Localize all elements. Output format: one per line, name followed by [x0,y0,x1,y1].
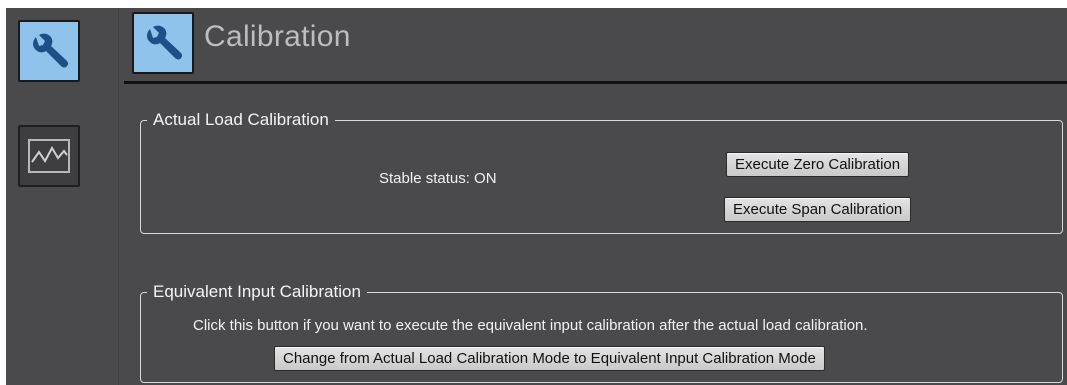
execute-span-calibration-button[interactable]: Execute Span Calibration [724,197,912,222]
calibration-window: Calibration Actual Load Calibration Stab… [6,8,1067,385]
wrench-icon [33,33,69,68]
equivalent-input-calibration-group: Equivalent Input Calibration Click this … [140,282,1063,383]
stable-status-text: Stable status: ON [379,170,497,187]
page-title: Calibration [204,20,351,53]
actual-load-calibration-legend: Actual Load Calibration [153,110,329,129]
change-calibration-mode-button[interactable]: Change from Actual Load Calibration Mode… [274,346,825,371]
page-header: Calibration [124,8,1067,84]
waveform-icon [28,139,70,173]
execute-zero-calibration-button[interactable]: Execute Zero Calibration [726,152,910,177]
actual-load-calibration-group: Actual Load Calibration Stable status: O… [140,110,1063,234]
rail-calibration-button[interactable] [18,20,80,82]
rail-monitor-button[interactable] [18,125,80,187]
instruction-text: Click this button if you want to execute… [193,317,868,334]
wrench-icon [147,25,183,60]
rail-divider [118,8,119,385]
left-rail [6,8,118,385]
header-icon-box [132,12,194,74]
equivalent-input-calibration-legend: Equivalent Input Calibration [153,282,361,301]
